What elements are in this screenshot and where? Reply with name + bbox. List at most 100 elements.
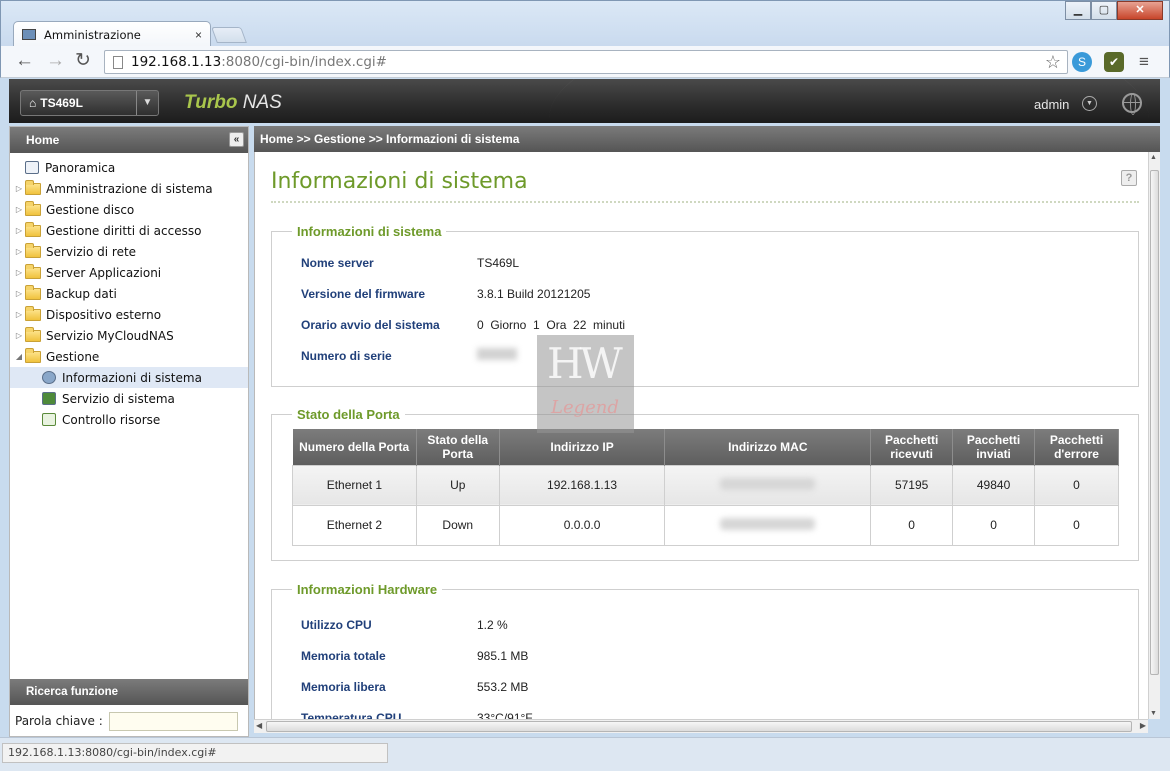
help-icon[interactable]: ? xyxy=(1121,170,1137,186)
menu-tree: Panoramica ▷ Amministrazione di sistema … xyxy=(10,153,248,430)
chevron-down-icon[interactable]: ▼ xyxy=(136,91,158,115)
serial-number-redacted xyxy=(477,348,517,360)
sidebar: Home « Panoramica ▷ Amministrazione di s… xyxy=(9,126,249,737)
sidebar-item-gestione[interactable]: ◢ Gestione xyxy=(10,346,248,367)
folder-icon xyxy=(25,305,41,321)
reload-icon[interactable]: ↻ xyxy=(75,51,91,71)
forward-arrow-icon[interactable]: → xyxy=(46,51,65,71)
scroll-right-arrow-icon[interactable]: ▶ xyxy=(1140,721,1146,730)
mac-address-redacted xyxy=(720,477,816,490)
tab-close-button[interactable]: × xyxy=(195,28,202,42)
mac-address-redacted xyxy=(720,517,816,530)
port-status-legend: Stato della Porta xyxy=(297,407,400,422)
keyword-input[interactable] xyxy=(108,711,238,731)
collapse-arrow-icon[interactable]: ◢ xyxy=(13,352,25,361)
function-search: Parola chiave : xyxy=(10,707,248,735)
info-row: Utilizzo CPU 1.2 % xyxy=(301,617,508,632)
folder-icon xyxy=(25,242,41,258)
expand-arrow-icon[interactable]: ▷ xyxy=(13,331,25,340)
collapse-sidebar-icon[interactable]: « xyxy=(229,132,244,147)
system-info-icon xyxy=(42,371,56,384)
info-row: Memoria libera 553.2 MB xyxy=(301,679,529,694)
folder-icon xyxy=(25,263,41,279)
sidebar-item-rete[interactable]: ▷ Servizio di rete xyxy=(10,241,248,262)
info-row: Nome server TS469L xyxy=(301,255,520,270)
sidebar-title: Home xyxy=(26,133,60,147)
expand-arrow-icon[interactable]: ▷ xyxy=(13,226,25,235)
sidebar-item-diritti[interactable]: ▷ Gestione diritti di accesso xyxy=(10,220,248,241)
expand-arrow-icon[interactable]: ▷ xyxy=(13,268,25,277)
horizontal-scroll-thumb[interactable] xyxy=(266,721,1132,732)
scroll-up-arrow-icon[interactable]: ▲ xyxy=(1150,154,1157,161)
hardware-info-legend: Informazioni Hardware xyxy=(297,582,438,597)
sidebar-item-servizio-sistema[interactable]: Servizio di sistema xyxy=(10,388,248,409)
device-name: TS469L xyxy=(40,96,83,110)
expand-arrow-icon[interactable]: ▷ xyxy=(13,289,25,298)
window-controls: ▁ ▢ ✕ xyxy=(1065,1,1163,20)
folder-icon xyxy=(25,179,41,195)
skype-extension-icon[interactable]: S xyxy=(1072,52,1092,72)
address-bar[interactable]: 192.168.1.13:8080/cgi-bin/index.cgi# ☆ xyxy=(104,50,1068,74)
back-arrow-icon[interactable]: ← xyxy=(15,51,34,71)
status-url: 192.168.1.13:8080/cgi-bin/index.cgi# xyxy=(2,743,388,763)
user-name[interactable]: admin xyxy=(1034,97,1069,112)
port-table: Numero della Porta Stato della Porta Ind… xyxy=(292,429,1119,546)
language-globe-icon[interactable] xyxy=(1122,93,1142,115)
open-folder-icon xyxy=(25,347,41,363)
overview-icon xyxy=(25,161,39,174)
sidebar-item-mycloudnas[interactable]: ▷ Servizio MyCloudNAS xyxy=(10,325,248,346)
expand-arrow-icon[interactable]: ▷ xyxy=(13,184,25,193)
vertical-scroll-thumb[interactable] xyxy=(1150,170,1159,675)
table-row: Ethernet 2 Down 0.0.0.0 0 0 0 xyxy=(292,504,1119,546)
minimize-button[interactable]: ▁ xyxy=(1065,1,1091,20)
sidebar-item-disco[interactable]: ▷ Gestione disco xyxy=(10,199,248,220)
maximize-button[interactable]: ▢ xyxy=(1091,1,1117,20)
sidebar-item-amministrazione[interactable]: ▷ Amministrazione di sistema xyxy=(10,178,248,199)
sidebar-item-controllo-risorse[interactable]: Controllo risorse xyxy=(10,409,248,430)
table-header: Stato della Porta xyxy=(416,429,500,465)
folder-icon xyxy=(25,221,41,237)
extension-checkmark-icon[interactable]: ✔ xyxy=(1104,52,1124,72)
page-title: Informazioni di sistema xyxy=(271,169,528,194)
info-row: Orario avvio del sistema 0 Giorno 1 Ora … xyxy=(301,317,626,332)
browser-status-bar: 192.168.1.13:8080/cgi-bin/index.cgi# xyxy=(0,737,1170,771)
folder-icon xyxy=(25,200,41,216)
monitor-icon xyxy=(22,29,36,40)
function-search-header: Ricerca funzione xyxy=(10,679,248,705)
table-header: Pacchetti d'errore xyxy=(1034,429,1119,465)
brand-logo: Turbo NAS xyxy=(184,92,282,113)
page-icon xyxy=(113,55,123,69)
port-status-panel: Stato della Porta Numero della Porta Sta… xyxy=(271,407,1139,561)
table-row: Ethernet 1 Up 192.168.1.13 57195 49840 0 xyxy=(292,464,1119,506)
sidebar-item-dispositivo[interactable]: ▷ Dispositivo esterno xyxy=(10,304,248,325)
device-selector[interactable]: ⌂ TS469L ▼ xyxy=(20,90,159,116)
bookmark-star-icon[interactable]: ☆ xyxy=(1045,52,1061,73)
browser-tab[interactable]: Amministrazione × xyxy=(13,21,211,47)
info-row: Numero di serie xyxy=(272,340,1138,371)
horizontal-scrollbar[interactable]: ◀ ▶ xyxy=(254,719,1148,733)
url-host: 192.168.1.13 xyxy=(131,54,222,70)
hardware-info-panel: Informazioni Hardware Utilizzo CPU 1.2 %… xyxy=(271,582,1139,719)
system-info-legend: Informazioni di sistema xyxy=(297,224,442,239)
scroll-left-arrow-icon[interactable]: ◀ xyxy=(256,721,262,730)
expand-arrow-icon[interactable]: ▷ xyxy=(13,247,25,256)
menu-icon[interactable]: ≡ xyxy=(1139,52,1149,72)
table-header: Indirizzo MAC xyxy=(664,429,872,465)
window-close-button[interactable]: ✕ xyxy=(1117,1,1163,20)
info-row: Memoria totale 985.1 MB xyxy=(301,648,529,663)
breadcrumb: Home >> Gestione >> Informazioni di sist… xyxy=(254,126,1160,152)
main-content: Informazioni di sistema ? Informazioni d… xyxy=(254,152,1148,719)
new-tab-button[interactable] xyxy=(211,27,247,43)
sidebar-item-backup[interactable]: ▷ Backup dati xyxy=(10,283,248,304)
vertical-scrollbar[interactable]: ▲ ▼ xyxy=(1148,152,1160,719)
expand-arrow-icon[interactable]: ▷ xyxy=(13,205,25,214)
user-menu-chevron-icon[interactable]: ▼ xyxy=(1082,96,1097,111)
expand-arrow-icon[interactable]: ▷ xyxy=(13,310,25,319)
sidebar-header: Home « xyxy=(10,127,248,153)
folder-icon xyxy=(25,326,41,342)
url-path: :8080/cgi-bin/index.cgi# xyxy=(221,54,387,70)
sidebar-item-applicazioni[interactable]: ▷ Server Applicazioni xyxy=(10,262,248,283)
sidebar-item-informazioni[interactable]: Informazioni di sistema xyxy=(10,367,248,388)
scroll-down-arrow-icon[interactable]: ▼ xyxy=(1150,710,1157,717)
sidebar-item-panoramica[interactable]: Panoramica xyxy=(10,157,248,178)
